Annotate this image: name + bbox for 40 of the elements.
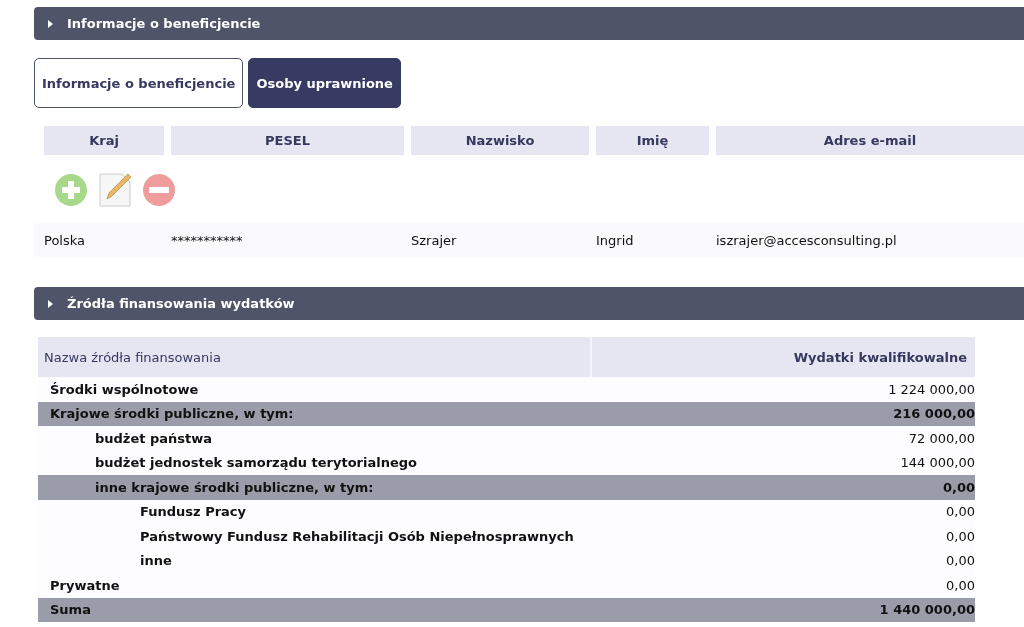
table-cell-text: inne krajowe środki publiczne, w tym: bbox=[94, 479, 375, 495]
section-title: Źródła finansowania wydatków bbox=[67, 296, 295, 311]
table-cell: 0,00 bbox=[946, 553, 975, 569]
column-header: Wydatki kwalifikowalne bbox=[792, 349, 968, 365]
tab[interactable]: Osoby uprawnione bbox=[248, 58, 401, 108]
table-cell-text: Suma bbox=[49, 602, 92, 618]
section-header[interactable]: Informacje o beneficjencie bbox=[34, 7, 1024, 40]
table-cell-text: Krajowe środki publiczne, w tym: bbox=[49, 406, 295, 422]
table-cell: 0,00 bbox=[946, 528, 975, 544]
column-header: Imię bbox=[596, 126, 709, 155]
table-cell-text: iszrajer@accesconsulting.pl bbox=[715, 232, 898, 248]
table-cell-text: Środki wspólnotowe bbox=[49, 381, 200, 397]
table-cell: 144 000,00 bbox=[900, 455, 975, 471]
table-cell-text: Ingrid bbox=[595, 232, 635, 248]
remove-icon[interactable] bbox=[142, 172, 176, 207]
table-cell: 0,00 bbox=[942, 479, 975, 495]
section-title: Informacje o beneficjencie bbox=[67, 16, 261, 31]
table-cell-text: inne bbox=[139, 553, 173, 569]
column-header: Nazwisko bbox=[411, 126, 589, 155]
table-cell-text: Polska bbox=[43, 232, 86, 248]
table-cell: 1 224 000,00 bbox=[888, 381, 975, 397]
table-cell-text: budżet państwa bbox=[94, 430, 214, 446]
table-cell: 0,00 bbox=[946, 577, 975, 593]
table-cell-text: *********** bbox=[170, 232, 244, 248]
table-cell-text: budżet jednostek samorządu terytorialnego bbox=[94, 455, 418, 471]
section-header[interactable]: Źródła finansowania wydatków bbox=[34, 287, 1024, 320]
column-header: Adres e-mail bbox=[716, 126, 1024, 155]
table-cell: 216 000,00 bbox=[893, 406, 975, 422]
table-cell: 0,00 bbox=[946, 504, 975, 520]
tab[interactable]: Informacje o beneficjencie bbox=[34, 58, 244, 108]
table-cell-text: Fundusz Pracy bbox=[139, 504, 248, 520]
column-header: PESEL bbox=[171, 126, 404, 155]
add-icon[interactable] bbox=[54, 172, 88, 207]
edit-icon[interactable] bbox=[98, 171, 132, 208]
table-cell: 1 440 000,00 bbox=[879, 602, 975, 618]
table-cell-text: Państwowy Fundusz Rehabilitacji Osób Niepełnosprawnych bbox=[139, 528, 575, 544]
table-cell: 72 000,00 bbox=[908, 430, 975, 446]
table-cell-text: Szrajer bbox=[410, 232, 458, 248]
table-cell-text: Prywatne bbox=[49, 577, 121, 593]
column-header: Kraj bbox=[44, 126, 164, 155]
